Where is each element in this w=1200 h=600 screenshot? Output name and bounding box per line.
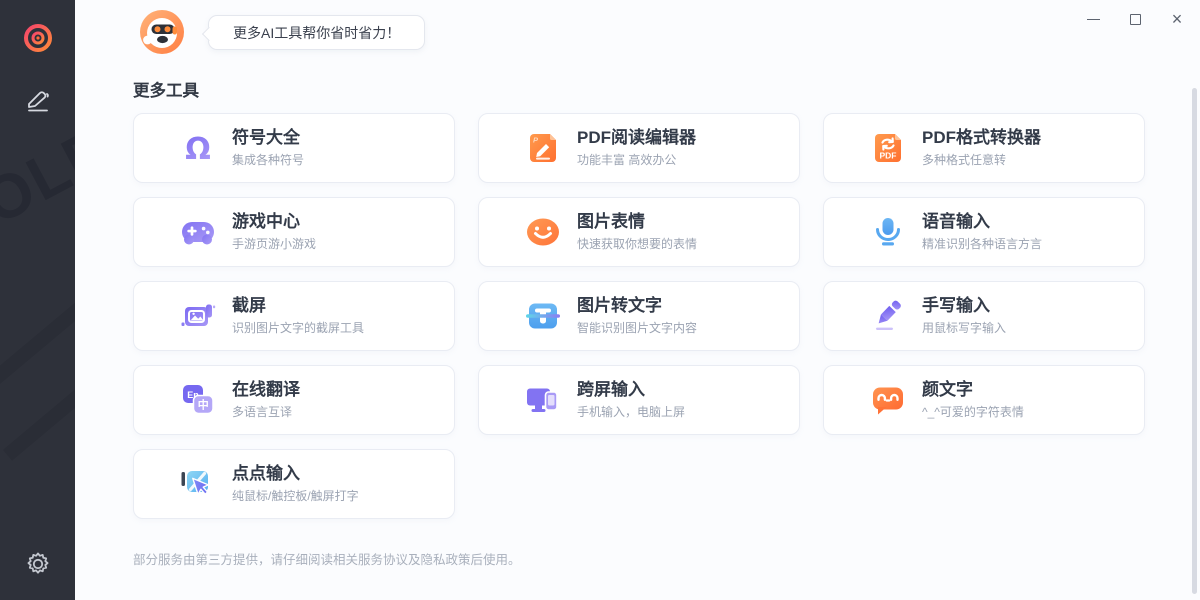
assistant-mascot-avatar — [139, 9, 185, 55]
vertical-scrollbar[interactable] — [1192, 88, 1197, 594]
tool-title: 符号大全 — [232, 128, 304, 148]
tool-card[interactable]: Ω 符号大全 集成各种符号 — [133, 113, 455, 183]
multi-screen-icon — [524, 381, 562, 419]
tool-title: 在线翻译 — [232, 380, 300, 400]
tool-subtitle: 手机输入，电脑上屏 — [577, 403, 685, 420]
tool-card[interactable]: 跨屏输入 手机输入，电脑上屏 — [478, 365, 800, 435]
tools-grid: Ω 符号大全 集成各种符号 P PDF阅读编辑器 功能丰富 高效办公 PDF P… — [133, 113, 1145, 519]
tool-subtitle: 集成各种符号 — [232, 151, 304, 168]
tool-title: 点点输入 — [232, 464, 359, 484]
tool-card[interactable]: 语音输入 精准识别各种语言方言 — [823, 197, 1145, 267]
translate-icon: En中 — [179, 381, 217, 419]
tool-title: PDF阅读编辑器 — [577, 128, 696, 148]
tool-title: 图片转文字 — [577, 296, 697, 316]
tool-subtitle: 纯鼠标/触控板/触屏打字 — [232, 487, 359, 504]
close-icon: × — [1172, 10, 1183, 28]
svg-text:中: 中 — [198, 398, 209, 412]
tool-subtitle: 用鼠标写字输入 — [922, 319, 1006, 336]
assistant-bubble-text: 更多AI工具帮你省时省力！ — [233, 23, 400, 43]
settings-gear-icon[interactable] — [0, 550, 75, 578]
tool-subtitle: 多种格式任意转 — [922, 151, 1041, 168]
tool-title: 颜文字 — [922, 380, 1024, 400]
brand-logo-icon[interactable] — [0, 22, 75, 54]
sidebar: OLD — [0, 0, 75, 600]
sidebar-decoration — [0, 283, 75, 390]
tool-card[interactable]: PDF PDF格式转换器 多种格式任意转 — [823, 113, 1145, 183]
tool-subtitle: 智能识别图片文字内容 — [577, 319, 697, 336]
tool-title: 截屏 — [232, 296, 364, 316]
edit-pen-icon[interactable] — [0, 86, 75, 114]
pdf-edit-icon: P — [524, 129, 562, 167]
assistant-speech-bubble: 更多AI工具帮你省时省力！ — [208, 15, 425, 50]
tool-title: 手写输入 — [922, 296, 1006, 316]
tool-card[interactable]: 截屏 识别图片文字的截屏工具 — [133, 281, 455, 351]
tool-card[interactable]: 颜文字 ^_^可爱的字符表情 — [823, 365, 1145, 435]
smiley-icon — [524, 213, 562, 251]
minimize-icon — [1087, 19, 1100, 20]
tool-subtitle: 精准识别各种语言方言 — [922, 235, 1042, 252]
sidebar-watermark: OLD — [0, 112, 75, 239]
tool-card[interactable]: 图片转文字 智能识别图片文字内容 — [478, 281, 800, 351]
minimize-button[interactable] — [1080, 6, 1106, 32]
tool-card[interactable]: P PDF阅读编辑器 功能丰富 高效办公 — [478, 113, 800, 183]
tool-title: 语音输入 — [922, 212, 1042, 232]
tool-card[interactable]: 点点输入 纯鼠标/触控板/触屏打字 — [133, 449, 455, 519]
tool-subtitle: 手游页游小游戏 — [232, 235, 316, 252]
maximize-button[interactable] — [1122, 6, 1148, 32]
gamepad-icon — [179, 213, 217, 251]
tool-subtitle: 识别图片文字的截屏工具 — [232, 319, 364, 336]
tool-title: 游戏中心 — [232, 212, 316, 232]
tool-subtitle: ^_^可爱的字符表情 — [922, 403, 1024, 420]
microphone-icon — [869, 213, 907, 251]
tool-title: 跨屏输入 — [577, 380, 685, 400]
app-window: OLD — [0, 0, 1200, 600]
screenshot-icon — [179, 297, 217, 335]
image-to-text-icon — [524, 297, 562, 335]
svg-text:PDF: PDF — [880, 151, 897, 161]
third-party-disclaimer: 部分服务由第三方提供，请仔细阅读相关服务协议及隐私政策后使用。 — [133, 549, 521, 568]
window-controls: × — [1080, 6, 1190, 32]
page-title: 更多工具 — [133, 77, 199, 101]
svg-text:Ω: Ω — [185, 132, 211, 167]
tool-subtitle: 功能丰富 高效办公 — [577, 151, 696, 168]
omega-icon: Ω — [179, 129, 217, 167]
tool-card[interactable]: 图片表情 快速获取你想要的表情 — [478, 197, 800, 267]
tool-card[interactable]: 手写输入 用鼠标写字输入 — [823, 281, 1145, 351]
close-button[interactable]: × — [1164, 6, 1190, 32]
tool-card[interactable]: 游戏中心 手游页游小游戏 — [133, 197, 455, 267]
tool-title: PDF格式转换器 — [922, 128, 1041, 148]
dot-input-icon — [179, 465, 217, 503]
tool-subtitle: 快速获取你想要的表情 — [577, 235, 697, 252]
handwriting-icon — [869, 297, 907, 335]
tool-card[interactable]: En中 在线翻译 多语言互译 — [133, 365, 455, 435]
maximize-icon — [1130, 14, 1141, 25]
kaomoji-icon — [869, 381, 907, 419]
pdf-convert-icon: PDF — [869, 129, 907, 167]
tool-title: 图片表情 — [577, 212, 697, 232]
tool-subtitle: 多语言互译 — [232, 403, 300, 420]
